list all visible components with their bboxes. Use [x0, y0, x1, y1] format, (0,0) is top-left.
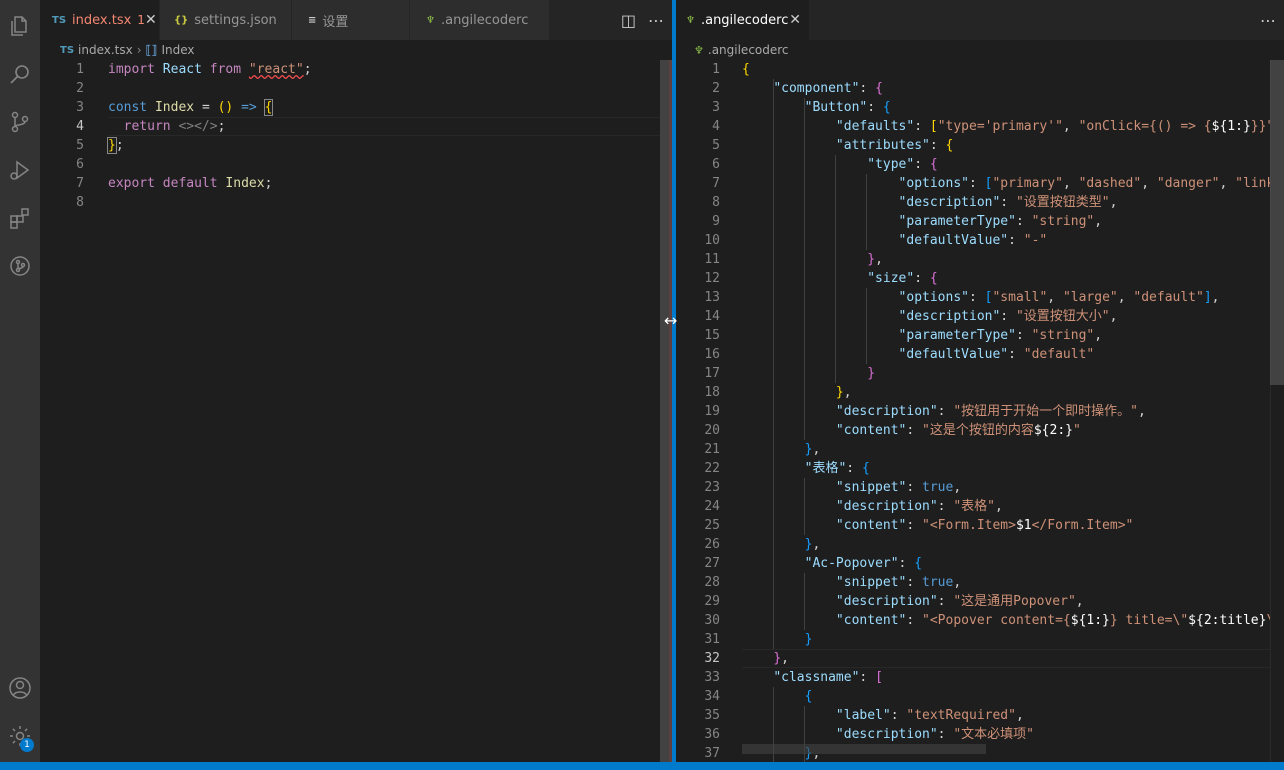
code-line: 7 export default Index;: [76, 176, 273, 191]
right-tab-bar: ♆ .angilecoderc ✕ ⋯: [676, 0, 1284, 40]
tab-index-tsx[interactable]: TS index.tsx 1 ✕: [40, 0, 160, 40]
extensions-icon[interactable]: [0, 198, 40, 238]
explorer-icon[interactable]: [0, 6, 40, 46]
tab-label: .angilecoderc: [440, 12, 529, 28]
code-line: 23 "snippet": true,: [704, 480, 962, 495]
symbol-icon: ⟦⟧: [145, 43, 158, 57]
code-line: 12 "size": {: [704, 271, 938, 286]
accounts-icon[interactable]: [0, 668, 40, 708]
right-editor-group: ♆ .angilecoderc ✕ ⋯ ♆ .angilecoderc 1{ 2…: [676, 0, 1284, 762]
settings-list-icon: ≡: [308, 14, 317, 26]
resize-cursor-icon: ↔: [664, 311, 678, 330]
tab-angilecoderc[interactable]: ♆ .angilecoderc ✕: [676, 0, 810, 40]
breadcrumb-file[interactable]: index.tsx: [78, 43, 133, 57]
code-line: 3 "Button": {: [712, 100, 891, 115]
code-line: 7 "options": ["primary", "dashed", "dang…: [712, 176, 1284, 191]
breadcrumb: TS index.tsx › ⟦⟧ Index: [40, 40, 672, 60]
breadcrumb-file[interactable]: .angilecoderc: [708, 43, 789, 57]
git-graph-icon[interactable]: [0, 246, 40, 286]
tab-label: .angilecoderc: [700, 12, 789, 28]
angilecoder-icon: ♆: [694, 43, 704, 57]
close-icon[interactable]: ✕: [789, 12, 801, 28]
code-line: 14 "description": "设置按钮大小",: [704, 309, 1118, 324]
breadcrumb-symbol[interactable]: Index: [161, 43, 194, 57]
left-editor-group: TS index.tsx 1 ✕ {} settings.json ≡ 设置 ♆…: [40, 0, 672, 762]
right-tab-actions: ⋯: [1260, 0, 1276, 40]
manage-gear-icon[interactable]: 1: [0, 716, 40, 756]
more-actions-icon[interactable]: ⋯: [1260, 11, 1276, 30]
code-line: 34 {: [704, 689, 813, 704]
tab-settings-json[interactable]: {} settings.json: [160, 0, 292, 40]
code-line: 9 "parameterType": "string",: [712, 214, 1103, 229]
code-line: 5 "attributes": {: [712, 138, 954, 153]
typescript-icon: TS: [52, 14, 67, 26]
code-line: 22 "表格": {: [704, 461, 870, 476]
close-icon[interactable]: ✕: [145, 12, 157, 28]
manage-badge: 1: [20, 738, 34, 752]
problem-count: 1: [137, 13, 145, 27]
code-editor[interactable]: 1 import React from "react"; 2 3 const Ind…: [40, 60, 672, 762]
status-bar: [0, 762, 1284, 770]
more-actions-icon[interactable]: ⋯: [648, 11, 664, 30]
code-line: 2 "component": {: [712, 81, 883, 96]
code-line: 26 },: [704, 537, 821, 552]
vertical-scrollbar[interactable]: [1270, 60, 1284, 385]
code-line: 3 const Index = () => {: [76, 99, 274, 116]
code-line: 18 },: [704, 385, 852, 400]
tab-angilecoderc[interactable]: ♆ .angilecoderc: [410, 0, 550, 40]
code-line: 31 }: [704, 632, 813, 647]
code-line: 6 "type": {: [712, 157, 938, 172]
code-line: 15 "parameterType": "string",: [704, 328, 1103, 343]
chevron-right-icon: ›: [136, 43, 142, 57]
code-line: 28 "snippet": true,: [704, 575, 962, 590]
code-line: 10 "defaultValue": "-": [704, 233, 1048, 248]
code-line: 35 "label": "textRequired",: [704, 708, 1024, 723]
code-line: 8 "description": "设置按钮类型",: [712, 195, 1118, 210]
code-line: 1{: [712, 62, 750, 77]
breadcrumb: ♆ .angilecoderc: [676, 40, 1284, 60]
code-line: 17 }: [704, 366, 876, 381]
angilecoder-icon: ♆: [426, 14, 435, 26]
code-line: 33 "classname": [: [704, 670, 883, 685]
code-line: 20 "content": "这是个按钮的内容${2:}": [704, 423, 1081, 438]
code-line: 30 "content": "<Popover content={${1:}} …: [704, 613, 1284, 628]
tab-label: 设置: [322, 14, 349, 30]
typescript-icon: TS: [60, 44, 75, 56]
code-editor[interactable]: 1{ 2 "component": { 3 "Button": { 4 "def…: [676, 60, 1284, 762]
code-line: 32 },: [704, 651, 789, 666]
code-line: 25 "content": "<Form.Item>$1</Form.Item>…: [704, 518, 1134, 533]
tab-label: index.tsx: [72, 12, 132, 28]
angilecoder-icon: ♆: [686, 14, 695, 26]
code-line: 27 "Ac-Popover": {: [704, 556, 923, 571]
code-line: 2: [76, 81, 84, 96]
code-line: 11 },: [704, 252, 883, 267]
horizontal-scrollbar[interactable]: [742, 744, 986, 754]
code-line: 36 "description": "文本必填项": [704, 727, 1034, 742]
code-line: 1 import React from "react";: [76, 62, 312, 77]
left-tab-bar: TS index.tsx 1 ✕ {} settings.json ≡ 设置 ♆…: [40, 0, 672, 40]
code-line: 4 return <></>;: [76, 119, 226, 134]
code-line: 19 "description": "按钮用于开始一个即时操作。",: [704, 404, 1146, 419]
code-line: 21 },: [704, 442, 821, 457]
source-control-icon[interactable]: [0, 102, 40, 142]
search-icon[interactable]: [0, 54, 40, 94]
run-debug-icon[interactable]: [0, 150, 40, 190]
code-line: 5};: [76, 137, 124, 154]
json-icon: {}: [174, 14, 189, 26]
tab-label: settings.json: [194, 12, 277, 28]
code-line: 16 "defaultValue": "default": [704, 347, 1095, 362]
code-line: 4 "defaults": ["type='primary'", "onClic…: [712, 119, 1284, 134]
code-line: 24 "description": "表格",: [704, 499, 1003, 514]
left-tab-actions: ◫ ⋯: [621, 0, 664, 40]
code-line: 29 "description": "这是通用Popover",: [704, 594, 1084, 609]
code-line: 13 "options": ["small", "large", "defaul…: [704, 290, 1220, 305]
code-line: 6: [76, 157, 84, 172]
split-editor-icon[interactable]: ◫: [621, 11, 636, 30]
activity-bar: 1: [0, 0, 40, 762]
tab-settings-ui[interactable]: ≡ 设置: [292, 0, 410, 40]
code-line: 8: [76, 195, 84, 210]
